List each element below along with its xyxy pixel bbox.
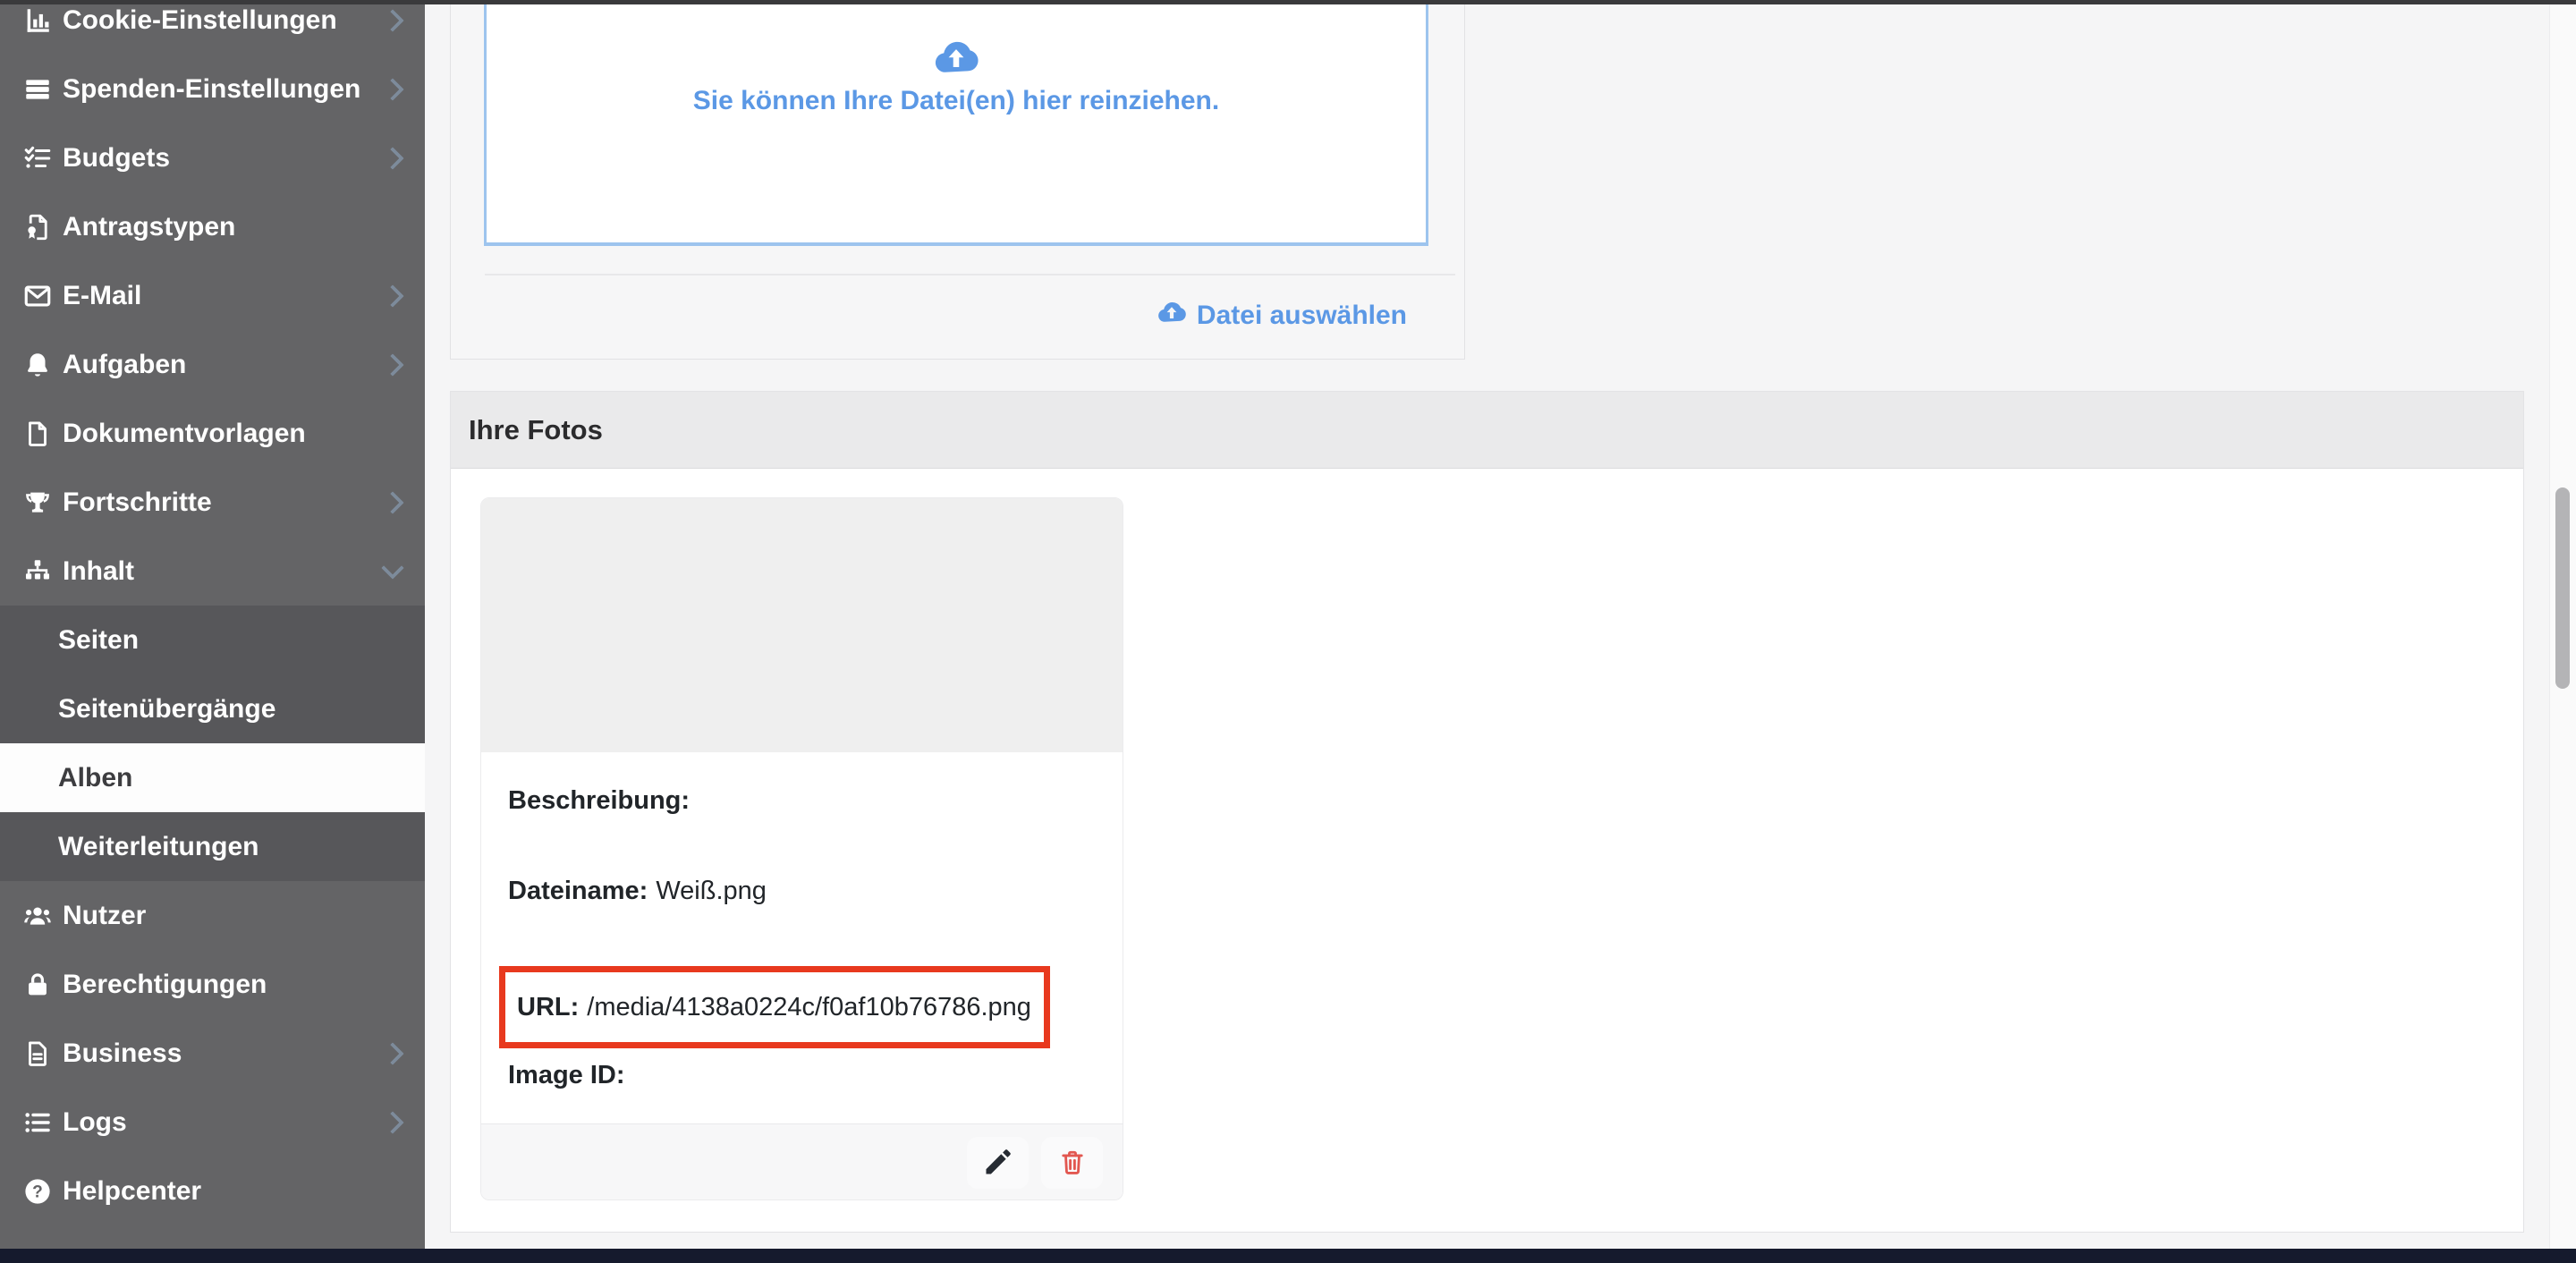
- sidebar-item-aufgaben[interactable]: Aufgaben: [0, 330, 425, 399]
- sidebar-item-label: Nutzer: [63, 901, 401, 931]
- filename-label: Dateiname:: [508, 877, 648, 905]
- description-label: Beschreibung:: [508, 786, 690, 815]
- sidebar-item-label: Aufgaben: [63, 350, 385, 380]
- dropzone-hint-text: Sie können Ihre Datei(en) hier reinziehe…: [693, 86, 1219, 116]
- photo-card-footer: [481, 1123, 1123, 1200]
- sidebar-item-label: Budgets: [63, 143, 385, 174]
- sidebar-item-label: Alben: [58, 763, 401, 793]
- list-check-icon: [20, 140, 55, 176]
- filename-row: Dateiname: Weiß.png: [508, 877, 767, 906]
- sidebar-item-label: Inhalt: [63, 556, 385, 587]
- sidebar-item-spenden-einstellungen[interactable]: Spenden-Einstellungen: [0, 55, 425, 123]
- photos-panel-header: Ihre Fotos: [451, 392, 2523, 469]
- url-value: /media/4138a0224c/f0af10b76786.png: [587, 993, 1031, 1022]
- photos-panel: Ihre Fotos Beschreibung: Dateiname: Weiß.…: [450, 391, 2524, 1233]
- chevron-right-icon: [381, 284, 403, 307]
- sidebar-item-budgets[interactable]: Budgets: [0, 123, 425, 192]
- divider: [485, 274, 1455, 275]
- sidebar-item-cookie-einstellungen[interactable]: Cookie-Einstellungen: [0, 4, 425, 55]
- sidebar-item-label: Seiten: [58, 625, 401, 656]
- edit-photo-button[interactable]: [967, 1137, 1029, 1189]
- photo-card: Beschreibung: Dateiname: Weiß.png URL: /me…: [480, 497, 1123, 1200]
- rows-icon: [20, 72, 55, 107]
- file-dropzone[interactable]: Sie können Ihre Datei(en) hier reinziehe…: [484, 4, 1428, 246]
- users-icon: [20, 898, 55, 934]
- lock-icon: [20, 967, 55, 1003]
- sidebar-item-label: Spenden-Einstellungen: [63, 74, 385, 105]
- chevron-right-icon: [381, 147, 403, 169]
- sidebar-item-label: Dokumentvorlagen: [63, 419, 401, 449]
- sidebar-item-weiterleitungen[interactable]: Weiterleitungen: [0, 812, 425, 881]
- sidebar-item-nutzer[interactable]: Nutzer: [0, 881, 425, 950]
- sidebar-item-label: Cookie-Einstellungen: [63, 5, 385, 36]
- section-title: Ihre Fotos: [469, 414, 603, 446]
- chevron-right-icon: [381, 1111, 403, 1133]
- sidebar-item-logs[interactable]: Logs: [0, 1088, 425, 1157]
- sidebar-item-business[interactable]: Business: [0, 1019, 425, 1088]
- url-highlight-box: URL: /media/4138a0224c/f0af10b76786.png: [499, 966, 1050, 1048]
- sitemap-icon: [20, 554, 55, 589]
- chevron-right-icon: [381, 353, 403, 376]
- sidebar-item-label: Berechtigungen: [63, 970, 401, 1000]
- choose-file-label: Datei auswählen: [1197, 301, 1407, 331]
- choose-file-button[interactable]: Datei auswählen: [1156, 296, 1407, 335]
- sidebar-item-dokumentvorlagen[interactable]: Dokumentvorlagen: [0, 399, 425, 468]
- sidebar-item-fortschritte[interactable]: Fortschritte: [0, 468, 425, 537]
- sidebar-item-antragstypen[interactable]: Antragstypen: [0, 192, 425, 261]
- sidebar-item-berechtigungen[interactable]: Berechtigungen: [0, 950, 425, 1019]
- list-icon: [20, 1105, 55, 1140]
- image-id-row: Image ID:: [508, 1061, 633, 1090]
- cloud-upload-icon: [931, 32, 981, 82]
- sidebar-item-seiten[interactable]: Seiten: [0, 606, 425, 674]
- bell-icon: [20, 347, 55, 383]
- sidebar-item-label: E-Mail: [63, 281, 385, 311]
- delete-photo-button[interactable]: [1041, 1137, 1103, 1189]
- vertical-scrollbar-track[interactable]: [2549, 4, 2576, 1249]
- upload-panel: Sie können Ihre Datei(en) hier reinziehe…: [450, 4, 1465, 360]
- sidebar-item-label: Helpcenter: [63, 1176, 401, 1207]
- chevron-right-icon: [381, 78, 403, 100]
- window-bottom-edge: [0, 1249, 2576, 1263]
- file-badge-icon: [20, 209, 55, 245]
- chevron-right-icon: [381, 9, 403, 31]
- sidebar-item-label: Business: [63, 1038, 385, 1069]
- sidebar-item-inhalt[interactable]: Inhalt: [0, 537, 425, 606]
- cloud-upload-icon: [1156, 296, 1188, 335]
- sidebar-item-label: Seitenübergänge: [58, 694, 401, 725]
- file-icon: [20, 416, 55, 452]
- sidebar: Cookie-Einstellungen Spenden-Einstellung…: [0, 4, 425, 1249]
- question-circle-icon: ?: [20, 1174, 55, 1209]
- image-id-label: Image ID:: [508, 1061, 625, 1089]
- window-top-edge: [0, 0, 2576, 4]
- chart-bar-icon: [20, 4, 55, 38]
- trash-icon: [1057, 1147, 1088, 1180]
- sidebar-item-label: Antragstypen: [63, 212, 401, 242]
- envelope-icon: [20, 278, 55, 314]
- sidebar-item-seitenuebergaenge[interactable]: Seitenübergänge: [0, 674, 425, 743]
- photo-thumbnail: [481, 498, 1123, 752]
- vertical-scrollbar-thumb[interactable]: [2555, 487, 2570, 689]
- sidebar-item-helpcenter[interactable]: ? Helpcenter: [0, 1157, 425, 1225]
- sidebar-item-email[interactable]: E-Mail: [0, 261, 425, 330]
- chevron-right-icon: [381, 491, 403, 513]
- sidebar-item-label: Logs: [63, 1107, 385, 1138]
- pencil-icon: [982, 1146, 1014, 1181]
- chevron-right-icon: [381, 1042, 403, 1064]
- sidebar-item-alben-active[interactable]: Alben: [0, 743, 425, 812]
- chevron-down-icon: [381, 556, 403, 579]
- album-admin-page: Cookie-Einstellungen Spenden-Einstellung…: [0, 0, 2576, 1263]
- svg-text:?: ?: [32, 1182, 43, 1201]
- description-row: Beschreibung:: [508, 786, 698, 816]
- url-label: URL:: [517, 993, 579, 1022]
- file-lines-icon: [20, 1036, 55, 1072]
- sidebar-item-label: Weiterleitungen: [58, 832, 401, 862]
- trophy-icon: [20, 485, 55, 521]
- sidebar-item-label: Fortschritte: [63, 487, 385, 518]
- filename-value: Weiß.png: [656, 877, 767, 905]
